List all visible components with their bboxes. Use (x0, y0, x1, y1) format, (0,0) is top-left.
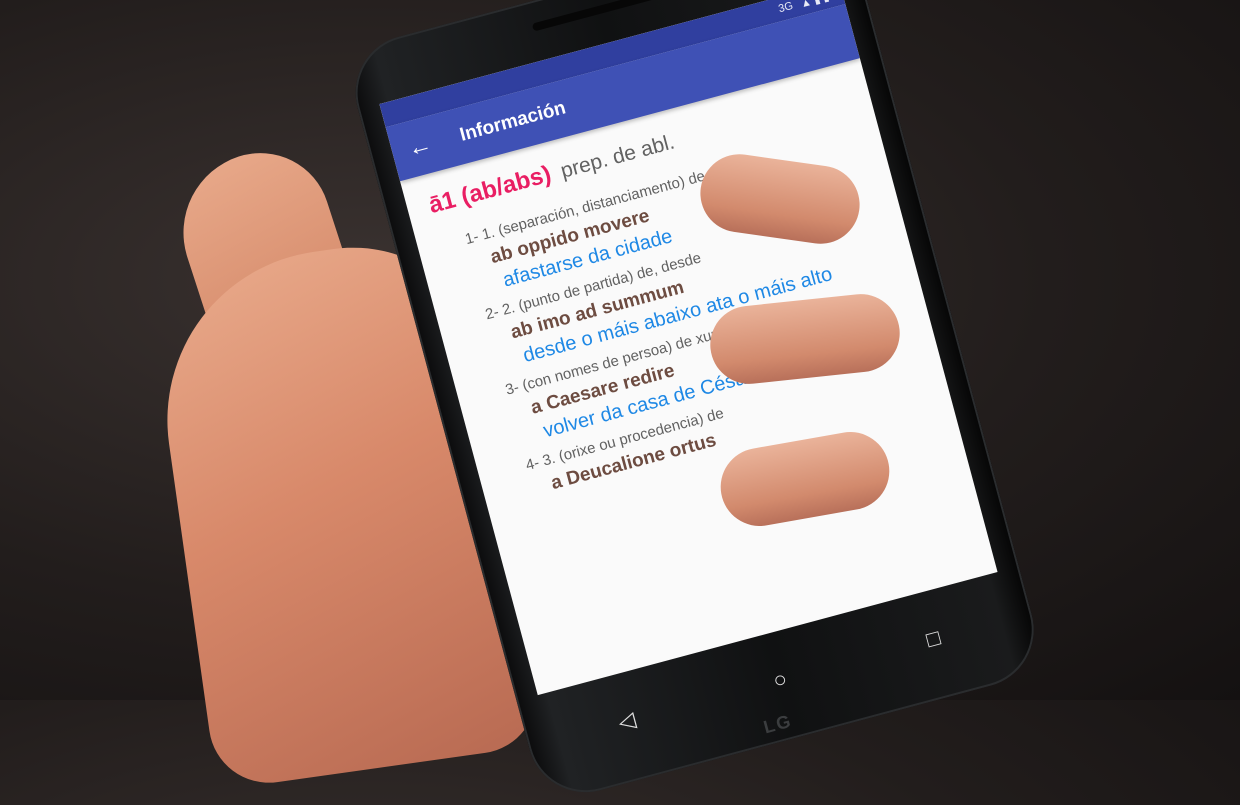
brand-logo: LG (761, 710, 795, 738)
page-title: Información (457, 97, 569, 146)
network-indicator: 3G (777, 0, 795, 16)
nav-home-icon[interactable]: ○ (757, 662, 802, 697)
grammar-label: prep. de abl. (558, 130, 677, 183)
back-arrow-icon[interactable]: ← (389, 126, 450, 168)
nav-back-icon[interactable]: ◁ (604, 703, 649, 738)
nav-recents-icon[interactable]: □ (911, 621, 956, 656)
earpiece-speaker (531, 0, 670, 32)
